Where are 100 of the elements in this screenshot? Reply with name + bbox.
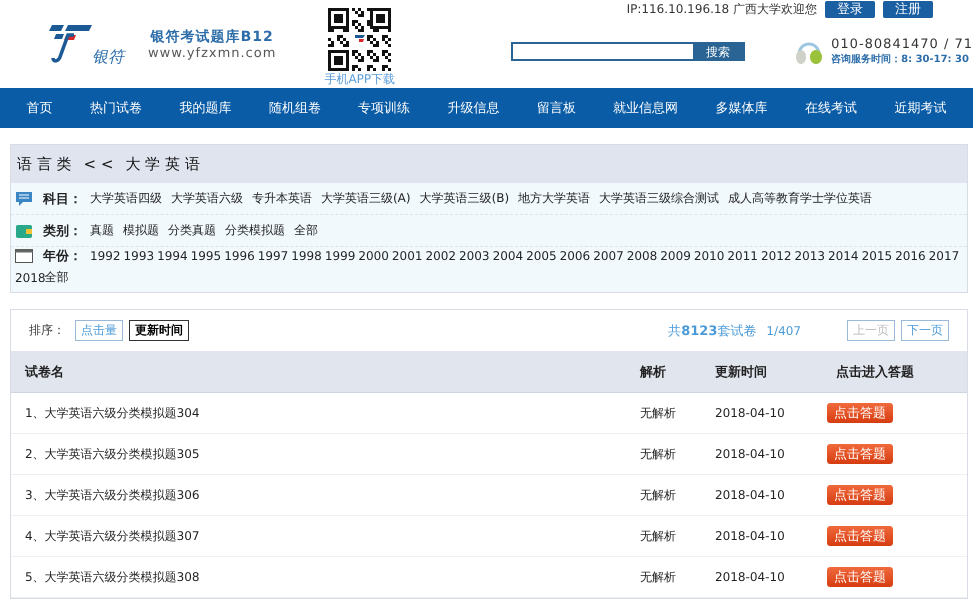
sort-label: 排序： [29,322,65,339]
nav-item[interactable]: 我的题库 [179,99,232,117]
breadcrumb-current: 大 学 英 语 [125,154,200,174]
exam-name[interactable]: 5、大学英语六级分类模拟题308 [25,568,640,586]
exam-name[interactable]: 3、大学英语六级分类模拟题306 [25,486,640,504]
filter-option[interactable]: 大学英语三级综合测试 [599,190,720,207]
filter-option[interactable]: 1998 [291,249,322,263]
nav-item[interactable]: 就业信息网 [613,99,678,117]
filter-option[interactable]: 2010 [694,249,724,263]
filter-option[interactable]: 成人高等教育学士学位英语 [728,190,872,207]
window-icon [15,249,33,263]
nav-item[interactable]: 留言板 [536,99,576,117]
wallet-icon [15,222,33,238]
exam-name[interactable]: 1、大学英语六级分类模拟题304 [25,404,640,422]
service-hours: 咨询服务时间：8: 30-17: 30 [831,52,970,66]
analysis-cell-text: 无解析 [640,446,677,462]
filter-option[interactable]: 1994 [157,249,188,263]
analysis-cell-text: 无解析 [640,528,677,544]
site-url: www.yfzxmn.com [148,46,276,60]
exam-name[interactable]: 2、大学英语六级分类模拟题305 [25,446,640,462]
filter-option[interactable]: 大学英语四级 [90,190,162,207]
logo-icon [46,23,92,65]
total-count: 共8123套试卷 [668,322,756,340]
register-button[interactable]: 注册 [883,0,933,18]
nav-item[interactable]: 首页 [26,99,53,117]
analysis-cell-text: 无解析 [640,486,677,504]
filter-option[interactable]: 2005 [526,249,557,263]
column-header: 点击进入答题 [836,364,915,380]
filter-option[interactable]: 2000 [358,249,389,263]
date-cell-text: 2018-04-10 [715,529,786,543]
filter-option[interactable]: 2008 [626,249,658,263]
filter-option[interactable]: 1997 [258,249,288,263]
search-field[interactable]: 搜索 [511,42,746,60]
filter-option[interactable]: 大学英语三级(A) [321,190,411,207]
phone-number: 010-80841470 / 71 [831,36,973,52]
nav-item[interactable]: 升级信息 [447,99,500,117]
filter-option[interactable]: 2012 [760,249,792,263]
nav-item[interactable]: 专项训练 [358,99,410,117]
filter-option[interactable]: 全部 [294,222,318,239]
filter-option[interactable]: 2011 [727,249,758,263]
filter-label: 科目： [43,190,82,208]
column-header: 解析 [640,364,667,380]
filter-option[interactable]: 2014 [828,249,859,263]
nav-item[interactable]: 近期考试 [894,99,946,117]
filter-label: 类别： [43,222,82,240]
breadcrumb-separator: < < [84,155,114,173]
filter-option[interactable]: 2016 [895,249,926,263]
filter-option[interactable]: 专升本英语 [252,190,312,207]
filter-option[interactable]: 2015 [862,249,892,263]
start-exam-button[interactable]: 点击答题 [827,526,893,546]
nav-item[interactable]: 多媒体库 [716,99,768,117]
start-exam-button[interactable]: 点击答题 [827,403,893,423]
page-number: 1/407 [766,324,801,338]
filter-option[interactable]: 2004 [492,249,524,263]
exam-name[interactable]: 4、大学英语六级分类模拟题307 [25,528,640,544]
sort-option[interactable]: 更新时间 [129,320,189,341]
filter-option[interactable]: 1999 [324,249,356,263]
filter-option[interactable]: 2003 [459,249,490,263]
login-button[interactable]: 登录 [825,0,875,18]
breadcrumb-link[interactable]: 语 言 类 [17,154,72,174]
filter-option[interactable]: 大学英语三级(B) [420,190,510,207]
filter-option[interactable]: 1996 [224,249,255,263]
chat-bubble-icon [15,190,33,206]
filter-option[interactable]: 2007 [593,249,624,263]
date-cell-text: 2018-04-10 [715,447,786,461]
date-cell-text: 2018-04-10 [715,570,786,584]
filter-option[interactable]: 地方大学英语 [518,190,590,207]
filter-option[interactable]: 2001 [392,249,422,263]
site-title: 银符考试题库B12 [150,28,274,46]
ip-welcome-text: IP:116.10.196.18 广西大学欢迎您 [626,0,817,18]
filter-option[interactable]: 大学英语六级 [171,190,243,207]
date-cell-text: 2018-04-10 [715,406,786,420]
nav-item[interactable]: 在线考试 [804,99,857,117]
filter-option[interactable]: 2018 [15,270,46,284]
analysis-cell-text: 无解析 [640,568,677,586]
filter-option[interactable]: 2013 [794,249,826,263]
column-header: 试卷名 [25,364,65,380]
filter-option[interactable]: 2017 [928,249,960,263]
filter-option[interactable]: 分类真题 [168,222,216,239]
filter-label: 年份： [43,248,82,265]
filter-option[interactable]: 2002 [425,249,456,263]
filter-option[interactable]: 1992 [90,249,121,263]
qr-code-icon [328,8,392,71]
filter-option[interactable]: 模拟题 [123,222,159,239]
logo-text: 银符 [92,47,124,68]
filter-option[interactable]: 1995 [190,249,222,263]
nav-item[interactable]: 热门试卷 [90,99,142,117]
filter-option[interactable]: 分类模拟题 [225,222,285,239]
date-cell-text: 2018-04-10 [715,488,786,502]
filter-option[interactable]: 1993 [124,249,154,263]
start-exam-button[interactable]: 点击答题 [827,444,893,464]
start-exam-button[interactable]: 点击答题 [827,567,893,587]
filter-option[interactable]: 2009 [660,249,691,263]
column-header: 更新时间 [715,364,768,380]
filter-option[interactable]: 真题 [90,222,114,239]
filter-option[interactable]: 2006 [560,249,590,263]
start-exam-button[interactable]: 点击答题 [827,485,893,505]
nav-item[interactable]: 随机组卷 [268,99,321,117]
analysis-cell-text: 无解析 [640,404,677,422]
filter-option[interactable]: 全部 [44,269,69,286]
